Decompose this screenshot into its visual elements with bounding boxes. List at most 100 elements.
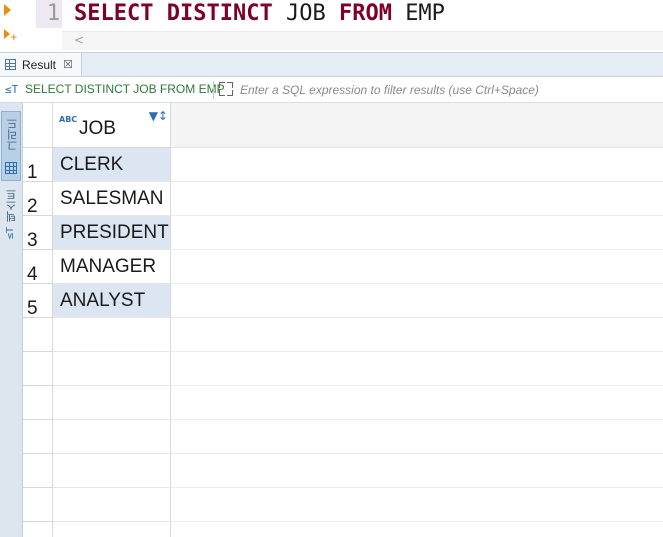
cell-job [53,420,171,454]
row-empty-area [171,454,663,488]
row-empty-area [171,148,663,182]
result-tab-bar: Result ☒ [0,52,663,77]
row-number-header[interactable]: 1 [23,148,53,183]
sql-editor[interactable]: + 1 SELECT DISTINCT JOB FROM EMP < [0,0,663,52]
row-number-header [23,318,53,352]
table-row[interactable]: 4 MANAGER [23,250,663,285]
empty-row [23,352,663,386]
cell-job [53,522,171,537]
row-number-header[interactable]: 3 [23,216,53,251]
row-number-header [23,488,53,522]
tab-result-label: Result [22,57,57,72]
cell-job[interactable]: PRESIDENT [53,216,171,250]
expand-filter-icon[interactable] [219,82,233,96]
sql-code-line[interactable]: SELECT DISTINCT JOB FROM EMP [74,0,445,28]
table-icon [5,59,16,70]
cell-value: CLERK [60,154,124,175]
header-empty-area [171,103,663,148]
grid-view-label: 그리드 [6,118,19,151]
sql-identifier: EMP [405,1,445,26]
row-empty-area [171,284,663,318]
sql-keyword: SELECT [74,1,154,26]
sql-keyword: FROM [338,1,392,26]
filter-divider [213,81,214,99]
row-number-header [23,352,53,386]
cell-job [53,318,171,352]
cell-job[interactable]: SALESMAN [53,182,171,216]
empty-row [23,522,663,537]
empty-row [23,420,663,454]
table-row[interactable]: 5 ANALYST [23,284,663,319]
sql-whitespace [273,1,286,26]
cell-job [53,352,171,386]
column-header-job[interactable]: ABC JOB ▼↕ [53,103,171,148]
close-tab-icon[interactable]: ☒ [63,58,73,71]
text-mode-icon: ≤T [5,227,16,240]
row-empty-area [171,488,663,522]
text-view-button[interactable]: 텍스트 ≤T [1,187,21,247]
text-view-label: 텍스트 [5,189,18,222]
result-grid[interactable]: ABC JOB ▼↕ 1 CLERK 2 SALESMAN 3 PRESIDENT 4 MAN… [23,103,663,537]
editor-horizontal-scrollbar[interactable]: < [62,31,663,50]
empty-row [23,454,663,488]
table-row[interactable]: 1 CLERK [23,148,663,183]
cell-value: PRESIDENT [60,222,169,243]
execute-script-icon[interactable]: + [4,29,18,43]
editor-gutter: + [0,0,22,52]
scroll-left-icon[interactable]: < [74,33,84,47]
cell-job[interactable]: MANAGER [53,250,171,284]
row-number: 4 [27,264,38,285]
row-number-header [23,386,53,420]
line-number: 1 [46,1,60,26]
filter-sort-icon[interactable]: ▼↕ [149,110,168,122]
row-empty-area [171,386,663,420]
row-number: 3 [27,230,38,251]
table-row[interactable]: 3 PRESIDENT [23,216,663,251]
row-empty-area [171,250,663,284]
row-number-header[interactable]: 4 [23,250,53,285]
empty-row [23,386,663,420]
cell-job [53,386,171,420]
sql-whitespace [392,1,405,26]
tab-result[interactable]: Result ☒ [0,53,82,76]
sql-identifier: JOB [285,1,326,26]
sql-keyword: DISTINCT [166,1,273,26]
row-empty-area [171,420,663,454]
row-number: 2 [27,196,38,217]
grid-view-button[interactable]: 그리드 [1,111,21,181]
cell-value: SALESMAN [60,188,164,209]
cell-value: MANAGER [60,256,157,277]
result-view-switcher: 그리드 텍스트 ≤T [0,103,23,537]
row-empty-area [171,216,663,250]
cell-job[interactable]: CLERK [53,148,171,182]
cell-job[interactable]: ANALYST [53,284,171,318]
table-row[interactable]: 2 SALESMAN [23,182,663,217]
cell-value: ANALYST [60,290,146,311]
sql-whitespace [153,1,166,26]
row-number: 5 [27,298,38,319]
active-query-text[interactable]: SELECT DISTINCT JOB FROM EMP [25,82,225,96]
filter-bar: ≤T SELECT DISTINCT JOB FROM EMP [0,77,663,103]
row-number-header [23,420,53,454]
empty-row [23,318,663,352]
row-number-header [23,454,53,488]
string-type-icon: ABC [59,115,78,124]
row-empty-area [171,352,663,386]
row-number-header[interactable]: 5 [23,284,53,319]
execute-statement-icon[interactable] [4,4,11,16]
sql-query-icon: ≤T [5,83,19,96]
row-number: 1 [27,162,38,183]
row-number-header [23,522,53,537]
column-header-label: JOB [79,118,116,139]
cell-job [53,488,171,522]
cell-job [53,454,171,488]
empty-row [23,488,663,522]
row-empty-area [171,522,663,537]
filter-expression-input[interactable] [240,80,660,100]
row-empty-area [171,182,663,216]
grid-corner[interactable] [23,103,53,148]
grid-icon [5,162,17,174]
sql-whitespace [326,1,339,26]
row-empty-area [171,318,663,352]
row-number-header[interactable]: 2 [23,182,53,217]
